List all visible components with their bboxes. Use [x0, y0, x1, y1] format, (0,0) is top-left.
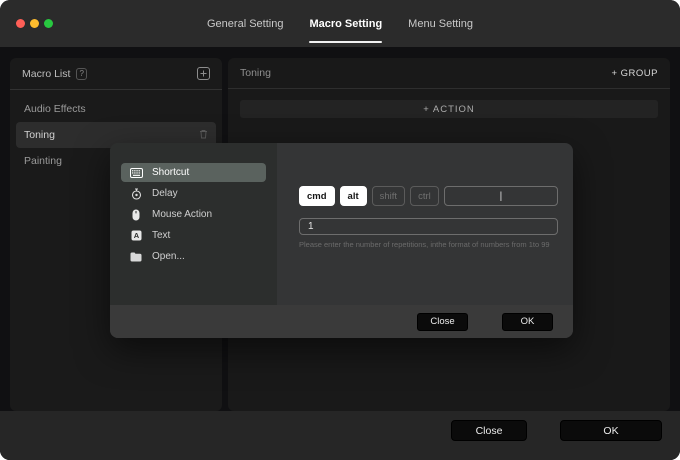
action-type-label: Text: [152, 230, 170, 241]
svg-text:A: A: [133, 231, 139, 240]
dialog-close-button[interactable]: Close: [417, 313, 468, 331]
modifier-alt-toggle[interactable]: alt: [340, 186, 367, 206]
action-type-shortcut[interactable]: Shortcut: [121, 163, 266, 182]
window-footer: Close OK: [0, 411, 680, 460]
modifier-keys-row: cmd alt shift ctrl |: [299, 186, 558, 206]
macro-detail-title: Toning: [240, 67, 271, 79]
action-type-label: Open...: [152, 251, 185, 262]
folder-icon: [129, 252, 143, 262]
titlebar: General Setting Macro Setting Menu Setti…: [0, 0, 680, 47]
dialog-footer: Close OK: [110, 305, 573, 338]
modifier-cmd-toggle[interactable]: cmd: [299, 186, 335, 206]
text-icon: A: [129, 230, 143, 241]
modifier-ctrl-toggle[interactable]: ctrl: [410, 186, 439, 206]
trash-icon: [199, 129, 208, 139]
action-type-open[interactable]: Open...: [121, 247, 266, 266]
action-type-delay[interactable]: Delay: [121, 184, 266, 203]
keyboard-icon: [129, 168, 143, 178]
settings-tabs: General Setting Macro Setting Menu Setti…: [207, 0, 473, 47]
tab-menu-setting[interactable]: Menu Setting: [408, 0, 473, 47]
action-type-label: Mouse Action: [152, 209, 212, 220]
minimize-window-button[interactable]: [30, 19, 39, 28]
add-action-button[interactable]: + ACTION: [240, 100, 658, 118]
plus-square-icon: [197, 67, 210, 80]
action-type-label: Shortcut: [152, 167, 189, 178]
close-window-button[interactable]: [16, 19, 25, 28]
shortcut-key-input[interactable]: |: [444, 186, 558, 206]
action-type-text[interactable]: A Text: [121, 226, 266, 245]
add-macro-button[interactable]: [197, 67, 210, 80]
action-type-mouse-action[interactable]: Mouse Action: [121, 205, 266, 224]
zoom-window-button[interactable]: [44, 19, 53, 28]
delete-macro-button[interactable]: [199, 129, 208, 142]
shortcut-settings: cmd alt shift ctrl | 1 Please enter the …: [277, 143, 573, 305]
tab-general-setting[interactable]: General Setting: [207, 0, 283, 47]
dialog-ok-button[interactable]: OK: [502, 313, 553, 331]
repetitions-input[interactable]: 1: [299, 218, 558, 235]
dialog-body: Shortcut Delay Mouse Action: [110, 143, 573, 305]
settings-window: General Setting Macro Setting Menu Setti…: [0, 0, 680, 460]
modifier-shift-toggle[interactable]: shift: [372, 186, 405, 206]
footer-ok-button[interactable]: OK: [560, 420, 662, 441]
macro-list-title: Macro List: [22, 68, 70, 80]
mouse-icon: [129, 209, 143, 221]
traffic-lights: [16, 19, 53, 28]
footer-close-button[interactable]: Close: [451, 420, 527, 441]
content-area: Macro List ? Audio Effects Toning Painti…: [0, 47, 680, 460]
tab-macro-setting[interactable]: Macro Setting: [309, 0, 382, 47]
help-icon[interactable]: ?: [76, 68, 86, 80]
macro-list-header: Macro List ?: [10, 58, 222, 90]
action-type-menu: Shortcut Delay Mouse Action: [110, 143, 277, 305]
action-type-label: Delay: [152, 188, 178, 199]
action-dialog: Shortcut Delay Mouse Action: [110, 143, 573, 338]
macro-item-audio-effects[interactable]: Audio Effects: [16, 96, 216, 122]
footer-buttons: Close OK: [451, 420, 662, 441]
add-group-button[interactable]: + GROUP: [611, 68, 658, 79]
macro-item-label: Toning: [24, 129, 55, 141]
repetitions-hint: Please enter the number of repetitions, …: [299, 240, 558, 249]
macro-detail-header: Toning + GROUP: [228, 58, 670, 89]
stopwatch-icon: [129, 188, 143, 200]
text-caret: |: [500, 191, 503, 202]
